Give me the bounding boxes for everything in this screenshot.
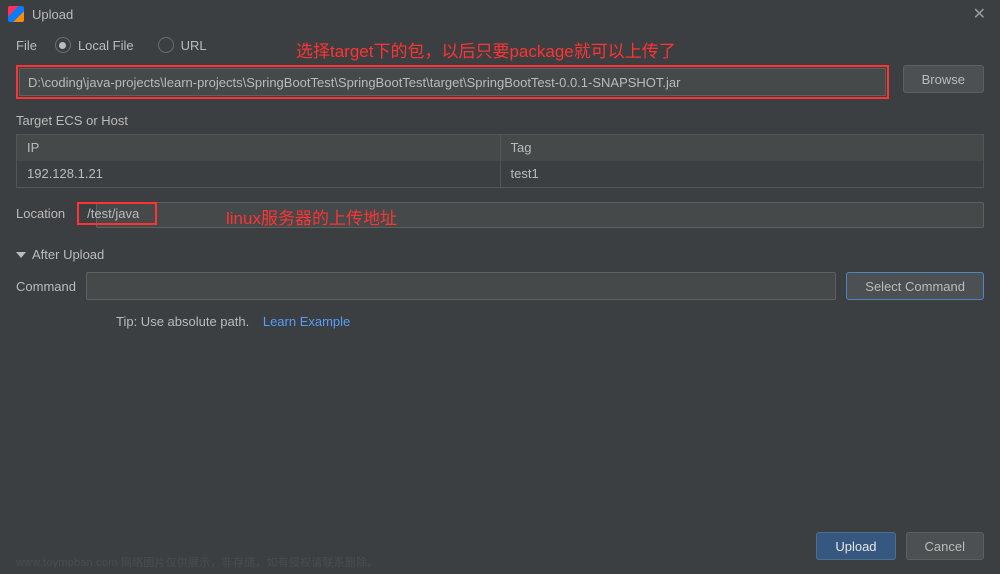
- table-header: IP Tag: [17, 135, 983, 161]
- file-label: File: [16, 38, 37, 53]
- tip-text: Tip: Use absolute path.: [116, 314, 249, 329]
- browse-button[interactable]: Browse: [903, 65, 984, 93]
- select-command-label: Select Command: [865, 279, 965, 294]
- cancel-button[interactable]: Cancel: [906, 532, 984, 560]
- radio-url[interactable]: URL: [158, 37, 207, 53]
- command-label: Command: [16, 279, 76, 294]
- td-tag: test1: [501, 161, 984, 187]
- annotation-mid: linux服务器的上传地址: [226, 204, 397, 229]
- file-path-input[interactable]: [19, 68, 886, 96]
- file-source-radio-group: Local File URL: [55, 37, 207, 53]
- close-icon[interactable]: ✕: [967, 4, 992, 24]
- window-title: Upload: [32, 7, 967, 22]
- annotation-top: 选择target下的包，以后只要package就可以上传了: [296, 37, 676, 62]
- file-path-highlight-box: [16, 65, 889, 99]
- radio-circle-icon: [158, 37, 174, 53]
- location-label: Location: [16, 206, 65, 221]
- cancel-button-label: Cancel: [925, 539, 965, 554]
- dialog-footer: Upload Cancel: [816, 532, 984, 560]
- target-section-label: Target ECS or Host: [16, 113, 984, 128]
- radio-dot-icon: [55, 37, 71, 53]
- table-row[interactable]: 192.128.1.21 test1: [17, 161, 983, 187]
- select-command-button[interactable]: Select Command: [846, 272, 984, 300]
- chevron-down-icon: [16, 252, 26, 258]
- target-table: IP Tag 192.128.1.21 test1: [16, 134, 984, 188]
- radio-url-label: URL: [181, 38, 207, 53]
- watermark: www.toymoban.com 网络图片仅供展示，非存储，如有侵权请联系删除。: [16, 554, 378, 570]
- th-ip: IP: [17, 135, 501, 161]
- after-upload-label: After Upload: [32, 247, 104, 262]
- titlebar: Upload ✕: [0, 0, 1000, 28]
- browse-button-label: Browse: [922, 72, 965, 87]
- learn-example-link[interactable]: Learn Example: [263, 314, 350, 329]
- radio-local-file-label: Local File: [78, 38, 134, 53]
- after-upload-toggle[interactable]: After Upload: [16, 247, 984, 262]
- upload-button-label: Upload: [835, 539, 876, 554]
- command-input[interactable]: [86, 272, 836, 300]
- app-icon: [8, 6, 24, 22]
- upload-button[interactable]: Upload: [816, 532, 895, 560]
- location-value: /test/java: [87, 206, 139, 221]
- location-value-highlight: /test/java: [77, 202, 157, 225]
- th-tag: Tag: [501, 135, 984, 161]
- td-ip: 192.128.1.21: [17, 161, 501, 187]
- tip-row: Tip: Use absolute path. Learn Example: [16, 314, 984, 329]
- radio-local-file[interactable]: Local File: [55, 37, 134, 53]
